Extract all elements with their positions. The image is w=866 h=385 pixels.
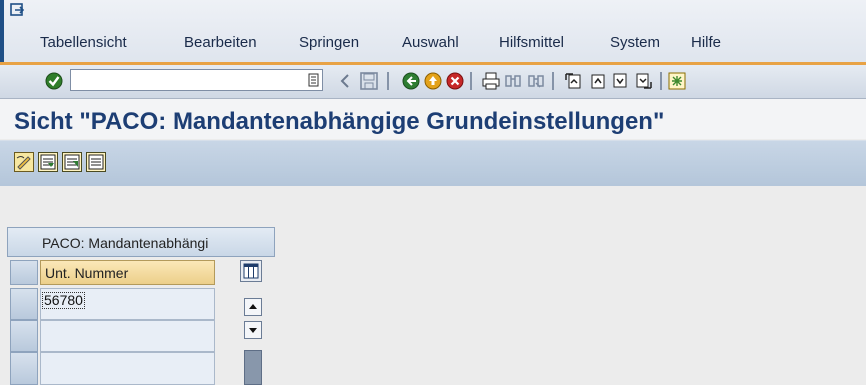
toolbar-separator xyxy=(660,72,662,90)
column-header-unt-nummer[interactable]: Unt. Nummer xyxy=(40,260,215,285)
save-icon[interactable] xyxy=(359,71,379,91)
back-icon[interactable] xyxy=(401,71,421,91)
scroll-up-button[interactable] xyxy=(244,298,262,316)
page-title: Sicht "PACO: Mandantenabhängige Grundein… xyxy=(14,108,665,135)
column-settings-icon[interactable] xyxy=(240,260,262,282)
scroll-down-button[interactable] xyxy=(244,321,262,339)
menu-tabellensicht[interactable]: Tabellensicht xyxy=(40,34,127,51)
cancel-icon[interactable] xyxy=(445,71,465,91)
toolbar-separator xyxy=(387,72,389,90)
print-icon[interactable] xyxy=(481,71,501,91)
enter-icon[interactable] xyxy=(44,71,64,91)
menu-area xyxy=(0,0,866,62)
table-title: PACO: Mandantenabhängi xyxy=(42,235,209,251)
find-icon[interactable] xyxy=(503,71,523,91)
row-selector[interactable] xyxy=(10,288,38,320)
system-menu-icon[interactable] xyxy=(10,3,26,17)
menu-hilfe[interactable]: Hilfe xyxy=(691,34,721,51)
command-field[interactable] xyxy=(70,69,323,91)
row-selector[interactable] xyxy=(10,352,38,385)
scrollbar-thumb[interactable] xyxy=(244,350,262,385)
application-toolbar xyxy=(0,140,866,186)
last-page-icon[interactable] xyxy=(633,71,653,91)
next-page-icon[interactable] xyxy=(610,71,630,91)
row-selector[interactable] xyxy=(10,320,38,352)
details-icon[interactable] xyxy=(86,152,106,172)
toolbar-separator xyxy=(552,72,554,90)
find-next-icon[interactable] xyxy=(526,71,546,91)
menu-hilfsmittel[interactable]: Hilfsmittel xyxy=(499,34,564,51)
select-all-rows-button[interactable] xyxy=(10,260,38,285)
exit-icon[interactable] xyxy=(423,71,443,91)
left-stripe xyxy=(0,0,4,62)
toolbar-separator xyxy=(470,72,472,90)
back-arrow-icon[interactable] xyxy=(336,71,356,91)
cell-value-unt-nummer[interactable]: 56780 xyxy=(42,292,85,309)
menu-springen[interactable]: Springen xyxy=(299,34,359,51)
menu-bearbeiten[interactable]: Bearbeiten xyxy=(184,34,257,51)
first-page-icon[interactable] xyxy=(564,71,584,91)
menu-auswahl[interactable]: Auswahl xyxy=(402,34,459,51)
previous-page-icon[interactable] xyxy=(588,71,608,91)
select-all-icon[interactable] xyxy=(38,152,58,172)
layout-icon[interactable] xyxy=(667,71,687,91)
menu-system[interactable]: System xyxy=(610,34,660,51)
deselect-icon[interactable] xyxy=(62,152,82,172)
change-display-icon[interactable] xyxy=(14,152,34,172)
table-cell[interactable] xyxy=(40,320,215,352)
history-dropdown-icon[interactable] xyxy=(306,72,326,92)
table-cell[interactable] xyxy=(40,352,215,385)
